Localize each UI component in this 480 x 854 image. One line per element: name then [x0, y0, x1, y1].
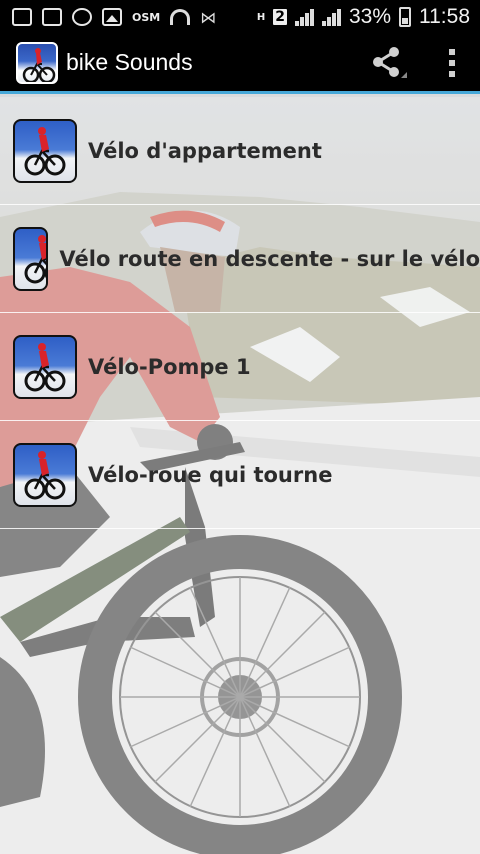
share-icon: [373, 46, 407, 78]
more-vert-dot: [449, 59, 455, 66]
app-title: bike Sounds: [66, 49, 193, 75]
more-vert-dot: [449, 70, 455, 77]
image-notification-icon: [102, 8, 122, 26]
signal-icon-2: [321, 8, 341, 26]
sound-label: Vélo-Pompe 1: [88, 354, 251, 379]
clock: 11:58: [419, 5, 470, 28]
sound-label: Vélo-roue qui tourne: [88, 462, 333, 487]
battery-icon: [399, 7, 411, 27]
action-bar: bike Sounds: [0, 34, 480, 94]
share-button[interactable]: [368, 43, 408, 83]
mute-icon: ⋈: [200, 8, 217, 27]
sound-label: Vélo route en descente - sur le vélo: [59, 246, 480, 271]
sound-list-item[interactable]: Vélo route en descente - sur le vélo: [0, 205, 480, 313]
more-vert-icon: [449, 48, 455, 55]
hd-network-label: H: [256, 11, 266, 23]
signal-icon: [294, 8, 314, 26]
network-badge: 2: [273, 9, 287, 25]
bike-thumbnail-icon: [13, 226, 49, 291]
sound-label: Vélo d'appartement: [88, 138, 322, 163]
overflow-menu-button[interactable]: [442, 43, 462, 83]
sound-list-item[interactable]: Vélo-roue qui tourne: [0, 421, 480, 529]
message-notification-icon: [12, 8, 32, 26]
status-bar: OSM ⋈ H 2 33% 11:58: [0, 0, 480, 34]
wifi-icon: [170, 9, 191, 25]
sound-list: Vélo d'appartement Vélo route en descente…: [0, 97, 480, 529]
download-notification-icon: [42, 8, 62, 26]
battery-percent: 33%: [348, 5, 391, 28]
bike-thumbnail-icon: [13, 442, 77, 507]
operator-label: OSM: [132, 10, 161, 24]
app-icon: [16, 41, 58, 84]
messenger-notification-icon: [72, 8, 92, 26]
sound-list-item[interactable]: Vélo d'appartement: [0, 97, 480, 205]
bike-thumbnail-icon: [13, 118, 77, 183]
bike-thumbnail-icon: [13, 334, 77, 399]
sound-list-item[interactable]: Vélo-Pompe 1: [0, 313, 480, 421]
